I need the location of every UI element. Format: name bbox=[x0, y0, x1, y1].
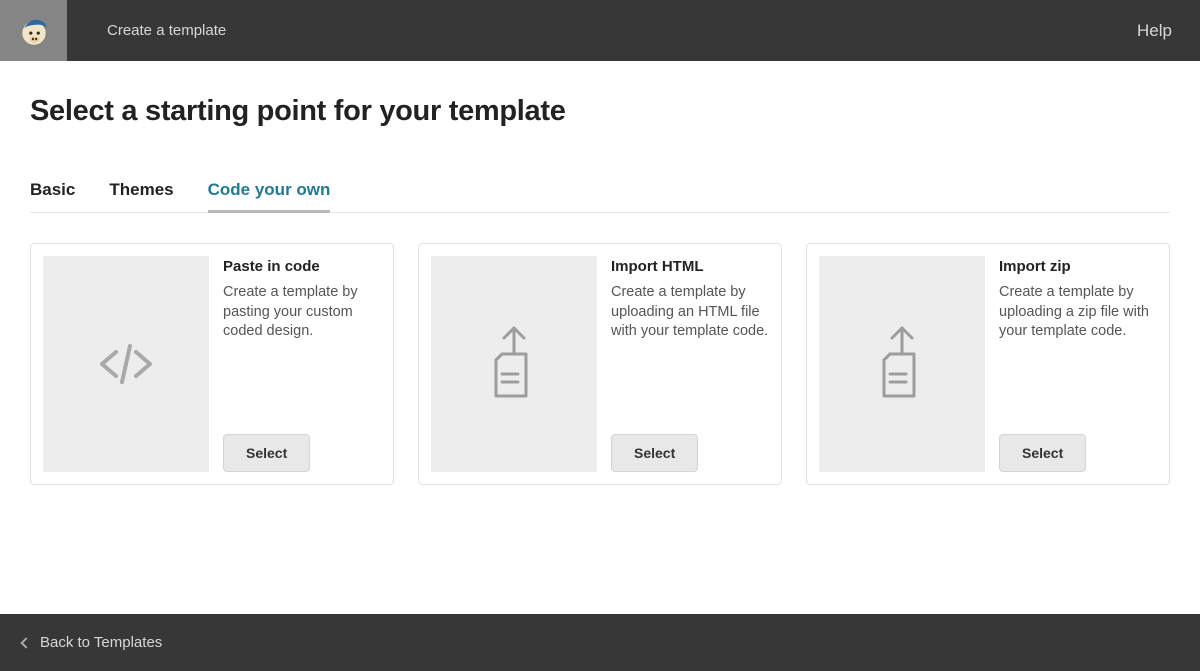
footer: Back to Templates bbox=[0, 614, 1200, 671]
card-thumb bbox=[431, 256, 597, 472]
topbar: Create a template Help bbox=[0, 0, 1200, 61]
select-button[interactable]: Select bbox=[611, 434, 698, 472]
tab-code-your-own[interactable]: Code your own bbox=[208, 180, 331, 212]
back-label: Back to Templates bbox=[40, 634, 162, 651]
brand-logo[interactable] bbox=[0, 0, 67, 61]
card-import-html: Import HTML Create a template by uploadi… bbox=[418, 243, 782, 485]
main-content: Select a starting point for your templat… bbox=[0, 61, 1200, 485]
select-button[interactable]: Select bbox=[223, 434, 310, 472]
card-paste-code: Paste in code Create a template by pasti… bbox=[30, 243, 394, 485]
card-thumb bbox=[43, 256, 209, 472]
code-icon bbox=[94, 324, 158, 404]
card-body: Import zip Create a template by uploadin… bbox=[999, 256, 1157, 472]
card-title: Import HTML bbox=[611, 258, 769, 275]
tab-basic[interactable]: Basic bbox=[30, 180, 75, 212]
card-body: Import HTML Create a template by uploadi… bbox=[611, 256, 769, 472]
card-title: Import zip bbox=[999, 258, 1157, 275]
card-import-zip: Import zip Create a template by uploadin… bbox=[806, 243, 1170, 485]
card-title: Paste in code bbox=[223, 258, 381, 275]
upload-file-icon bbox=[482, 324, 546, 404]
tab-themes[interactable]: Themes bbox=[109, 180, 173, 212]
upload-file-icon bbox=[870, 324, 934, 404]
page-title: Create a template bbox=[67, 0, 1109, 61]
page-heading: Select a starting point for your templat… bbox=[30, 95, 1170, 128]
help-link[interactable]: Help bbox=[1109, 0, 1200, 61]
chevron-left-icon bbox=[20, 637, 31, 648]
card-description: Create a template by uploading a zip fil… bbox=[999, 283, 1157, 342]
card-description: Create a template by pasting your custom… bbox=[223, 283, 381, 342]
tabs: Basic Themes Code your own bbox=[30, 180, 1170, 213]
card-description: Create a template by uploading an HTML f… bbox=[611, 283, 769, 342]
back-to-templates-link[interactable]: Back to Templates bbox=[22, 634, 162, 651]
card-body: Paste in code Create a template by pasti… bbox=[223, 256, 381, 472]
card-thumb bbox=[819, 256, 985, 472]
card-grid: Paste in code Create a template by pasti… bbox=[30, 243, 1170, 485]
select-button[interactable]: Select bbox=[999, 434, 1086, 472]
mailchimp-icon bbox=[17, 14, 51, 48]
